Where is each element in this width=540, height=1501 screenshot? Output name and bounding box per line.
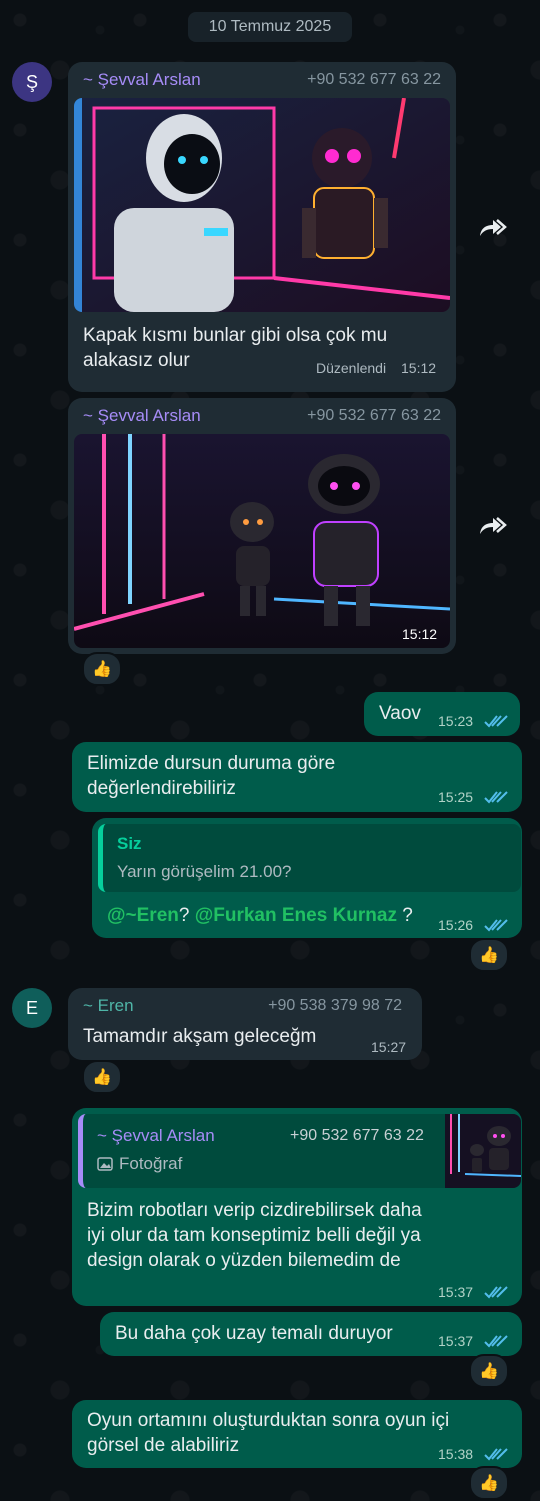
message-text: Tamamdır akşam geleceğm [83, 1026, 317, 1047]
sender-name[interactable]: ~ Şevval Arslan [83, 406, 201, 426]
message-time: 15:25 [438, 789, 474, 805]
outgoing-message[interactable]: Elimizde dursun duruma göre değerlendire… [72, 742, 522, 812]
message-text-line: design olarak o yüzden bilemedim de [87, 1250, 401, 1271]
mention-link[interactable]: @Furkan Enes Kurnaz [195, 905, 397, 926]
robot-image-1-art [74, 98, 450, 312]
read-ticks-icon [484, 1448, 508, 1461]
reaction-badge[interactable]: 👍 [82, 652, 122, 686]
outgoing-reply-message[interactable]: Siz Yarın görüşelim 21.00? @~Eren? @Furk… [92, 818, 522, 938]
message-text-line: görsel de alabiliriz [87, 1435, 240, 1456]
incoming-image-message[interactable]: ~ Şevval Arslan +90 532 677 63 22 [68, 62, 456, 392]
message-text-line: Kapak kısmı bunlar gibi olsa çok mu [83, 325, 388, 346]
sender-avatar[interactable]: E [12, 988, 52, 1028]
message-time: 15:27 [371, 1039, 407, 1055]
outgoing-reply-message[interactable]: ~ Şevval Arslan +90 532 677 63 22 Fotoğr… [72, 1108, 522, 1306]
read-ticks-icon [484, 919, 508, 932]
thumbs-up-icon: 👍 [479, 947, 499, 964]
quoted-type-label: Fotoğraf [119, 1154, 183, 1173]
message-text-part: ? [178, 905, 195, 926]
sender-name[interactable]: ~ Şevval Arslan [83, 70, 201, 90]
date-separator: 10 Temmuz 2025 [188, 12, 352, 42]
thumbs-up-icon: 👍 [479, 1363, 499, 1380]
sender-avatar[interactable]: Ş [12, 62, 52, 102]
reaction-badge[interactable]: 👍 [469, 1466, 509, 1500]
robot-image-2[interactable] [74, 434, 450, 648]
sender-phone: +90 532 677 63 22 [307, 407, 441, 424]
message-text: Vaov [379, 703, 421, 724]
message-text-line: alakasız olur [83, 350, 190, 371]
outgoing-message[interactable]: Bu daha çok uzay temalı duruyor 15:37 [100, 1312, 522, 1356]
quoted-photo-thumbnail [445, 1114, 521, 1188]
mention-link[interactable]: @~Eren [107, 905, 179, 926]
quoted-text: Yarın görüşelim 21.00? [117, 862, 292, 881]
photo-icon [97, 1157, 113, 1171]
read-ticks-icon [484, 1335, 508, 1348]
forward-icon [480, 517, 507, 534]
quoted-type: Fotoğraf [97, 1154, 182, 1174]
edited-label: Düzenlendi [316, 360, 387, 376]
message-text-part: ? [396, 905, 413, 926]
message-time: 15:23 [438, 713, 474, 729]
thumbs-up-icon: 👍 [92, 661, 112, 678]
read-ticks-icon [484, 791, 508, 804]
forward-button[interactable] [472, 506, 512, 546]
message-text-line: değerlendirebiliriz [87, 778, 236, 799]
robot-image-1[interactable] [74, 98, 450, 312]
robot-image-2-art [74, 434, 450, 648]
message-time: 15:12 [402, 626, 438, 642]
message-text-line: Oyun ortamını oluşturduktan sonra oyun i… [87, 1410, 450, 1431]
quoted-sender: ~ Şevval Arslan [97, 1126, 215, 1145]
robot-thumbnail-art [445, 1114, 521, 1188]
message-time: 15:37 [438, 1333, 474, 1349]
outgoing-message[interactable]: Oyun ortamını oluşturduktan sonra oyun i… [72, 1400, 522, 1468]
message-text-line: iyi olur da tam konseptimiz belli değil … [87, 1225, 421, 1246]
reaction-badge[interactable]: 👍 [469, 938, 509, 972]
sender-phone: +90 532 677 63 22 [307, 71, 441, 88]
read-ticks-icon [484, 715, 508, 728]
outgoing-message[interactable]: Vaov 15:23 [364, 692, 520, 736]
quoted-message[interactable]: Siz Yarın görüşelim 21.00? [98, 824, 521, 892]
sender-phone: +90 538 379 98 72 [268, 997, 402, 1014]
message-time: 15:37 [438, 1284, 474, 1300]
message-text: Bu daha çok uzay temalı duruyor [115, 1323, 393, 1344]
message-text: @~Eren? @Furkan Enes Kurnaz ? [107, 903, 413, 928]
thumbs-up-icon: 👍 [92, 1069, 112, 1086]
read-ticks-icon [484, 1286, 508, 1299]
forward-button[interactable] [472, 208, 512, 248]
incoming-image-message[interactable]: ~ Şevval Arslan +90 532 677 63 22 [68, 398, 456, 654]
reaction-badge[interactable]: 👍 [469, 1354, 509, 1388]
message-text-line: Bizim robotları verip cizdirebilirsek da… [87, 1200, 422, 1221]
incoming-message[interactable]: ~ Eren +90 538 379 98 72 Tamamdır akşam … [68, 988, 422, 1060]
reaction-badge[interactable]: 👍 [82, 1060, 122, 1094]
forward-icon [480, 219, 507, 236]
thumbs-up-icon: 👍 [479, 1475, 499, 1492]
message-text-line: Elimizde dursun duruma göre [87, 753, 336, 774]
message-time: 15:38 [438, 1446, 474, 1462]
quoted-sender: Siz [117, 834, 142, 853]
message-time: 15:12 [401, 360, 437, 376]
quoted-phone: +90 532 677 63 22 [290, 1127, 424, 1144]
quoted-photo-message[interactable]: ~ Şevval Arslan +90 532 677 63 22 Fotoğr… [78, 1114, 521, 1188]
sender-name[interactable]: ~ Eren [83, 996, 134, 1016]
message-time: 15:26 [438, 917, 474, 933]
